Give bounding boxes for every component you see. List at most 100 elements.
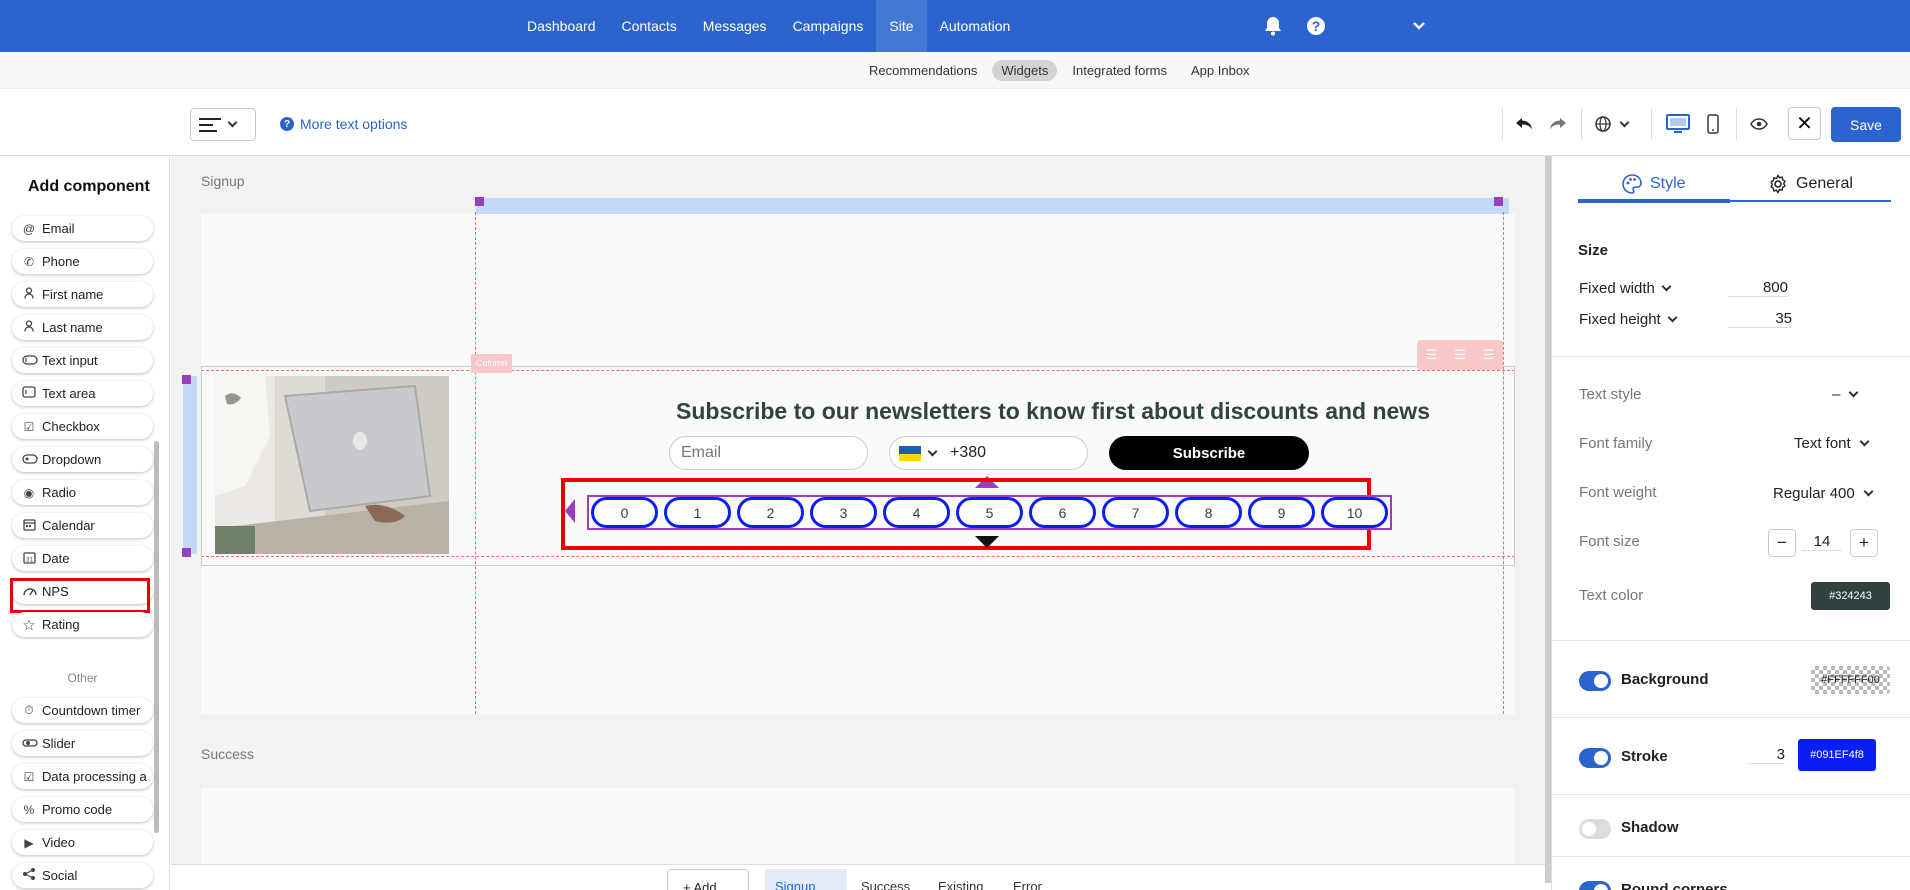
resize-handle[interactable] bbox=[475, 197, 484, 206]
step-tab-existing[interactable]: Existing bbox=[938, 879, 984, 890]
subtab-recommendations[interactable]: Recommendations bbox=[860, 60, 986, 81]
component-dropdown[interactable]: Dropdown bbox=[12, 447, 153, 472]
background-toggle[interactable] bbox=[1579, 671, 1611, 691]
email-field[interactable]: Email bbox=[669, 436, 868, 470]
component-email[interactable]: @ Email bbox=[12, 216, 153, 241]
chevron-down-icon[interactable] bbox=[927, 446, 938, 456]
align-center-icon[interactable]: ☰ bbox=[1454, 347, 1466, 363]
nps-option-5[interactable]: 5 bbox=[956, 497, 1023, 528]
text-color-swatch[interactable]: #324243 bbox=[1811, 582, 1890, 610]
component-countdown-timer[interactable]: ⏱ Countdown timer bbox=[12, 698, 153, 723]
stroke-toggle[interactable] bbox=[1579, 748, 1611, 768]
component-video[interactable]: ▶ Video bbox=[12, 830, 153, 855]
help-icon[interactable]: ? bbox=[1304, 14, 1328, 38]
nps-option-8[interactable]: 8 bbox=[1175, 497, 1242, 528]
font-size-increase-button[interactable]: + bbox=[1850, 529, 1878, 557]
component-first-name[interactable]: First name bbox=[12, 282, 153, 307]
component-checkbox[interactable]: ☑ Checkbox bbox=[12, 414, 153, 439]
fixed-height-dropdown[interactable]: Fixed height bbox=[1579, 311, 1678, 328]
shadow-toggle[interactable] bbox=[1579, 819, 1611, 839]
font-size-input[interactable]: 14 bbox=[1802, 533, 1842, 551]
component-panel-scrollbar[interactable] bbox=[154, 441, 159, 833]
step-tab-success[interactable]: Success bbox=[861, 879, 910, 890]
subtab-app-inbox[interactable]: App Inbox bbox=[1182, 60, 1259, 81]
stroke-color-swatch[interactable]: #091EF4f8 bbox=[1798, 739, 1876, 771]
nps-option-9[interactable]: 9 bbox=[1248, 497, 1315, 528]
redo-icon[interactable] bbox=[1546, 109, 1570, 139]
nps-option-3[interactable]: 3 bbox=[810, 497, 877, 528]
nav-messages[interactable]: Messages bbox=[690, 0, 780, 52]
undo-icon[interactable] bbox=[1512, 109, 1536, 139]
text-align-dropdown[interactable] bbox=[190, 108, 256, 141]
component-text-input[interactable]: Text input bbox=[12, 348, 153, 373]
nav-dashboard[interactable]: Dashboard bbox=[514, 0, 609, 52]
account-chevron-down-icon[interactable] bbox=[1407, 14, 1431, 38]
desktop-view-icon[interactable] bbox=[1663, 109, 1693, 139]
resize-handle[interactable] bbox=[182, 375, 191, 384]
fixed-width-input[interactable]: 800 bbox=[1728, 279, 1788, 297]
move-left-handle[interactable] bbox=[565, 499, 575, 523]
align-left-icon[interactable]: ☰ bbox=[1426, 347, 1438, 363]
row-align-tools[interactable]: ☰ ☰ ☰ bbox=[1417, 340, 1503, 370]
subtab-widgets[interactable]: Widgets bbox=[992, 60, 1058, 81]
nps-option-10[interactable]: 10 bbox=[1321, 497, 1388, 528]
component-date[interactable]: 31 Date bbox=[12, 546, 153, 571]
laptop-photo[interactable] bbox=[215, 376, 449, 554]
nps-option-4[interactable]: 4 bbox=[883, 497, 950, 528]
font-size-decrease-button[interactable]: − bbox=[1768, 529, 1796, 557]
nps-option-1[interactable]: 1 bbox=[664, 497, 731, 528]
nps-option-0[interactable]: 0 bbox=[591, 497, 658, 528]
font-weight-dropdown[interactable]: Regular 400 bbox=[1773, 485, 1874, 502]
success-area bbox=[201, 788, 1515, 868]
nps-option-6[interactable]: 6 bbox=[1029, 497, 1096, 528]
component-data-processing[interactable]: ☑ Data processing a bbox=[12, 764, 153, 789]
resize-handle[interactable] bbox=[1494, 197, 1503, 206]
component-promo-code[interactable]: % Promo code bbox=[12, 797, 153, 822]
nps-option-7[interactable]: 7 bbox=[1102, 497, 1169, 528]
subtab-integrated-forms[interactable]: Integrated forms bbox=[1063, 60, 1176, 81]
step-tab-error[interactable]: Error bbox=[1013, 879, 1042, 890]
phone-field[interactable]: +380 bbox=[889, 436, 1088, 470]
text-style-dropdown[interactable]: – bbox=[1832, 386, 1859, 403]
save-button[interactable]: Save bbox=[1831, 107, 1901, 142]
component-slider[interactable]: Slider bbox=[12, 731, 153, 756]
nav-contacts[interactable]: Contacts bbox=[609, 0, 690, 52]
align-right-icon[interactable]: ☰ bbox=[1483, 347, 1495, 363]
round-corners-toggle[interactable] bbox=[1579, 881, 1611, 890]
nav-automation[interactable]: Automation bbox=[927, 0, 1024, 52]
component-label: Rating bbox=[42, 617, 80, 632]
fixed-height-input[interactable]: 35 bbox=[1728, 310, 1792, 328]
component-calendar[interactable]: Calendar bbox=[12, 513, 153, 538]
nav-campaigns[interactable]: Campaigns bbox=[780, 0, 877, 52]
component-last-name[interactable]: Last name bbox=[12, 315, 153, 340]
component-label: Email bbox=[42, 221, 75, 236]
subscribe-button[interactable]: Subscribe bbox=[1109, 436, 1309, 470]
component-radio[interactable]: ◉ Radio bbox=[12, 480, 153, 505]
component-text-area[interactable]: Text area bbox=[12, 381, 153, 406]
more-text-options-link[interactable]: ? More text options bbox=[280, 116, 407, 132]
add-step-button[interactable]: + Add bbox=[667, 869, 749, 890]
component-rating[interactable]: ☆ Rating bbox=[12, 612, 153, 637]
row-drag-bar[interactable] bbox=[183, 376, 197, 554]
column-drag-bar[interactable] bbox=[476, 198, 1509, 214]
font-family-dropdown[interactable]: Text font bbox=[1794, 435, 1870, 452]
nps-scale[interactable]: 0 1 2 3 4 5 6 7 8 9 10 bbox=[587, 495, 1392, 530]
language-selector[interactable] bbox=[1591, 109, 1631, 139]
component-social[interactable]: Social bbox=[12, 863, 153, 888]
mobile-view-icon[interactable] bbox=[1702, 109, 1724, 139]
move-down-handle[interactable] bbox=[975, 536, 999, 548]
resize-handle[interactable] bbox=[182, 548, 191, 557]
tab-style[interactable]: Style bbox=[1622, 174, 1686, 194]
nps-option-2[interactable]: 2 bbox=[737, 497, 804, 528]
close-icon[interactable]: ✕ bbox=[1788, 107, 1821, 140]
stroke-width-input[interactable]: 3 bbox=[1747, 746, 1785, 764]
background-color-swatch[interactable]: #FFFFFF00 bbox=[1811, 666, 1890, 694]
bell-icon[interactable] bbox=[1261, 14, 1285, 38]
component-phone[interactable]: ✆ Phone bbox=[12, 249, 153, 274]
tab-general[interactable]: General bbox=[1768, 174, 1853, 194]
fixed-width-dropdown[interactable]: Fixed width bbox=[1579, 280, 1672, 297]
phone-icon: ✆ bbox=[23, 254, 35, 269]
step-tab-signup[interactable]: Signup bbox=[765, 869, 847, 890]
nav-site[interactable]: Site bbox=[876, 0, 927, 52]
preview-eye-icon[interactable] bbox=[1746, 109, 1772, 139]
